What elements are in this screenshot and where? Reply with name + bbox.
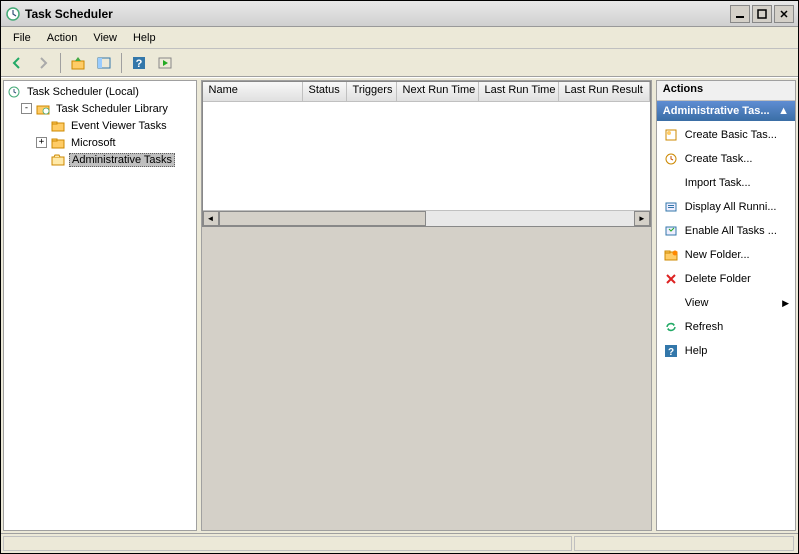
clock-icon [6, 85, 22, 99]
nav-forward-button[interactable] [31, 51, 55, 75]
minimize-button[interactable] [730, 5, 750, 23]
import-icon [663, 175, 679, 191]
action-import-task[interactable]: Import Task... [657, 171, 795, 195]
collapse-icon[interactable]: - [21, 103, 32, 114]
action-create-task-label: Create Task... [685, 153, 753, 165]
action-delete-folder[interactable]: Delete Folder [657, 267, 795, 291]
action-enable-history-label: Enable All Tasks ... [685, 225, 777, 237]
list-header: Name Status Triggers Next Run Time Last … [203, 82, 650, 102]
tree-microsoft-label: Microsoft [69, 137, 118, 149]
action-display-running-label: Display All Runni... [685, 201, 777, 213]
submenu-arrow-icon: ▶ [782, 298, 789, 309]
folder-open-icon [50, 153, 66, 167]
toolbar: ? [1, 49, 798, 77]
menu-help[interactable]: Help [125, 30, 164, 46]
menu-file[interactable]: File [5, 30, 39, 46]
status-cell-1 [3, 536, 572, 551]
col-status[interactable]: Status [303, 82, 347, 101]
library-icon [35, 102, 51, 116]
actions-panel: Actions Administrative Tas... ▲ Create B… [656, 80, 796, 531]
nav-back-button[interactable] [5, 51, 29, 75]
action-new-folder[interactable]: New Folder... [657, 243, 795, 267]
action-create-basic-task[interactable]: Create Basic Tas... [657, 123, 795, 147]
new-folder-icon [663, 247, 679, 263]
actions-list: Create Basic Tas... Create Task... Impor… [657, 121, 795, 530]
titlebar: Task Scheduler [1, 1, 798, 27]
action-delete-folder-label: Delete Folder [685, 273, 751, 285]
menubar: File Action View Help [1, 27, 798, 49]
task-icon [663, 151, 679, 167]
scroll-thumb[interactable] [219, 211, 427, 226]
action-create-basic-task-label: Create Basic Tas... [685, 129, 777, 141]
action-view[interactable]: View ▶ [657, 291, 795, 315]
collapse-arrow-icon: ▲ [778, 105, 789, 117]
center-panel: Name Status Triggers Next Run Time Last … [201, 80, 652, 531]
action-enable-history[interactable]: Enable All Tasks ... [657, 219, 795, 243]
tree-root-label: Task Scheduler (Local) [25, 86, 141, 98]
task-list[interactable]: Name Status Triggers Next Run Time Last … [202, 81, 651, 227]
status-bar [1, 533, 798, 553]
col-last-result[interactable]: Last Run Result [559, 82, 650, 101]
help-icon: ? [663, 343, 679, 359]
tree-microsoft[interactable]: + Microsoft [36, 134, 194, 151]
action-refresh-label: Refresh [685, 321, 724, 333]
tree-admin-tasks[interactable]: Administrative Tasks [36, 151, 194, 168]
up-folder-button[interactable] [66, 51, 90, 75]
tree-event-viewer-label: Event Viewer Tasks [69, 120, 169, 132]
col-triggers[interactable]: Triggers [347, 82, 397, 101]
tree-library[interactable]: - Task Scheduler Library [21, 100, 194, 117]
details-panel [202, 227, 651, 530]
history-icon [663, 223, 679, 239]
app-icon [5, 6, 21, 22]
window-title: Task Scheduler [25, 7, 730, 21]
tree-admin-tasks-label: Administrative Tasks [69, 153, 175, 167]
action-view-label: View [685, 297, 709, 309]
blank-icon [663, 295, 679, 311]
scroll-left-button[interactable]: ◄ [203, 211, 219, 226]
svg-text:?: ? [668, 347, 674, 358]
action-help[interactable]: ? Help [657, 339, 795, 363]
tree-root[interactable]: Task Scheduler (Local) [6, 83, 194, 100]
tree-library-label: Task Scheduler Library [54, 103, 170, 115]
svg-text:?: ? [136, 58, 143, 70]
close-button[interactable] [774, 5, 794, 23]
tree-panel[interactable]: Task Scheduler (Local) - Task Scheduler … [3, 80, 197, 531]
wizard-icon [663, 127, 679, 143]
window-controls [730, 5, 794, 23]
folder-icon [50, 119, 66, 133]
action-new-folder-label: New Folder... [685, 249, 750, 261]
scroll-right-button[interactable]: ► [634, 211, 650, 226]
actions-header: Actions [657, 81, 795, 101]
col-last-run[interactable]: Last Run Time [479, 82, 559, 101]
menu-view[interactable]: View [85, 30, 125, 46]
display-icon [663, 199, 679, 215]
actions-subheader-label: Administrative Tas... [663, 105, 770, 117]
action-display-running[interactable]: Display All Runni... [657, 195, 795, 219]
list-body [203, 102, 650, 210]
folder-icon [50, 136, 66, 150]
refresh-icon [663, 319, 679, 335]
actions-subheader[interactable]: Administrative Tas... ▲ [657, 101, 795, 121]
tree-event-viewer[interactable]: Event Viewer Tasks [36, 117, 194, 134]
action-import-task-label: Import Task... [685, 177, 751, 189]
col-next-run[interactable]: Next Run Time [397, 82, 479, 101]
help-toolbar-button[interactable]: ? [127, 51, 151, 75]
run-button[interactable] [153, 51, 177, 75]
main-area: Task Scheduler (Local) - Task Scheduler … [1, 77, 798, 533]
menu-action[interactable]: Action [39, 30, 86, 46]
status-cell-2 [574, 536, 794, 551]
col-name[interactable]: Name [203, 82, 303, 101]
action-refresh[interactable]: Refresh [657, 315, 795, 339]
horizontal-scrollbar[interactable]: ◄ ► [203, 210, 650, 226]
action-create-task[interactable]: Create Task... [657, 147, 795, 171]
expand-icon[interactable]: + [36, 137, 47, 148]
maximize-button[interactable] [752, 5, 772, 23]
show-hide-tree-button[interactable] [92, 51, 116, 75]
delete-icon [663, 271, 679, 287]
action-help-label: Help [685, 345, 708, 357]
